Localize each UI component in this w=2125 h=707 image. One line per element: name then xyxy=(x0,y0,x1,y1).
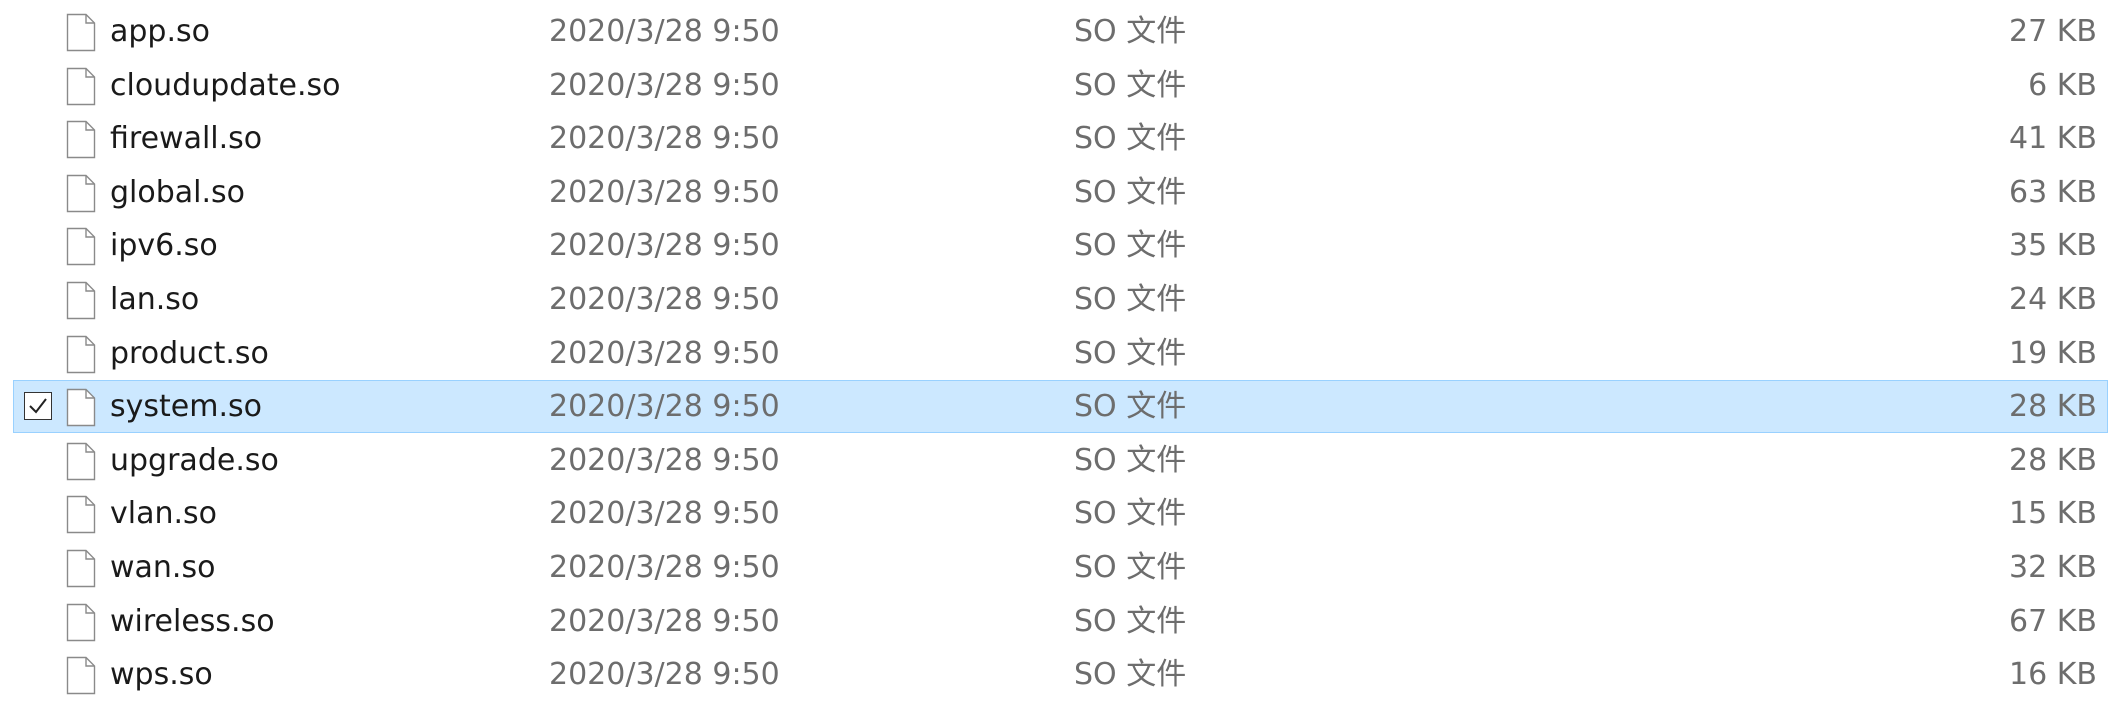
file-name: system.so xyxy=(110,389,262,425)
file-type: SO 文件 xyxy=(1074,496,1187,532)
file-size: 15 KB xyxy=(2009,496,2097,532)
file-row[interactable]: vlan.so 2020/3/28 9:50 SO 文件 15 KB xyxy=(13,487,2108,540)
file-name: wireless.so xyxy=(110,603,275,639)
file-list: app.so 2020/3/28 9:50 SO 文件 27 KB cloudu… xyxy=(0,0,2125,707)
file-name: vlan.so xyxy=(110,496,218,532)
row-checkbox[interactable] xyxy=(24,392,52,421)
file-size: 67 KB xyxy=(2009,603,2097,639)
file-modified-date: 2020/3/28 9:50 xyxy=(549,442,780,478)
generic-file-icon xyxy=(66,495,96,534)
checkmark-icon xyxy=(29,398,47,414)
file-row[interactable]: ipv6.so 2020/3/28 9:50 SO 文件 35 KB xyxy=(13,219,2108,272)
file-row[interactable]: product.so 2020/3/28 9:50 SO 文件 19 KB xyxy=(13,327,2108,380)
file-name: global.so xyxy=(110,174,246,210)
file-type: SO 文件 xyxy=(1074,174,1187,210)
file-type: SO 文件 xyxy=(1074,14,1187,49)
file-type: SO 文件 xyxy=(1074,228,1187,264)
file-size: 35 KB xyxy=(2009,228,2097,264)
file-name: firewall.so xyxy=(110,121,263,157)
file-size: 6 KB xyxy=(2028,67,2097,103)
file-modified-date: 2020/3/28 9:50 xyxy=(549,550,780,585)
file-row[interactable]: global.so 2020/3/28 9:50 SO 文件 63 KB xyxy=(13,166,2108,219)
file-size: 19 KB xyxy=(2009,335,2097,371)
generic-file-icon xyxy=(66,442,96,481)
file-size: 27 KB xyxy=(2009,14,2097,49)
file-name: ipv6.so xyxy=(110,228,218,264)
file-row[interactable]: cloudupdate.so 2020/3/28 9:50 SO 文件 6 KB xyxy=(13,59,2108,112)
file-modified-date: 2020/3/28 9:50 xyxy=(549,14,780,49)
file-name: lan.so xyxy=(110,282,200,317)
generic-file-icon xyxy=(66,120,96,159)
file-name: cloudupdate.so xyxy=(110,67,341,103)
file-row[interactable]: wan.so 2020/3/28 9:50 SO 文件 32 KB xyxy=(13,541,2108,594)
file-row[interactable]: lan.so 2020/3/28 9:50 SO 文件 24 KB xyxy=(13,273,2108,326)
file-type: SO 文件 xyxy=(1074,121,1187,157)
generic-file-icon xyxy=(66,335,96,374)
file-size: 41 KB xyxy=(2009,121,2097,157)
file-size: 32 KB xyxy=(2009,550,2097,585)
file-size: 28 KB xyxy=(2009,389,2097,425)
file-modified-date: 2020/3/28 9:50 xyxy=(549,603,780,639)
file-modified-date: 2020/3/28 9:50 xyxy=(549,228,780,264)
file-name: product.so xyxy=(110,335,269,371)
file-size: 63 KB xyxy=(2009,174,2097,210)
file-row[interactable]: wireless.so 2020/3/28 9:50 SO 文件 67 KB xyxy=(13,595,2108,648)
file-type: SO 文件 xyxy=(1074,389,1187,425)
file-type: SO 文件 xyxy=(1074,657,1187,693)
generic-file-icon xyxy=(66,549,96,588)
file-row[interactable]: system.so 2020/3/28 9:50 SO 文件 28 KB xyxy=(13,380,2108,434)
file-modified-date: 2020/3/28 9:50 xyxy=(549,389,780,425)
file-row[interactable]: upgrade.so 2020/3/28 9:50 SO 文件 28 KB xyxy=(13,434,2108,487)
file-type: SO 文件 xyxy=(1074,603,1187,639)
file-name: upgrade.so xyxy=(110,442,279,478)
file-modified-date: 2020/3/28 9:50 xyxy=(549,657,780,693)
file-modified-date: 2020/3/28 9:50 xyxy=(549,121,780,157)
generic-file-icon xyxy=(66,13,96,52)
file-name: wps.so xyxy=(110,657,213,693)
file-name: app.so xyxy=(110,14,210,49)
file-modified-date: 2020/3/28 9:50 xyxy=(549,174,780,210)
file-type: SO 文件 xyxy=(1074,282,1187,317)
file-type: SO 文件 xyxy=(1074,335,1187,371)
generic-file-icon xyxy=(66,281,96,320)
file-row[interactable]: firewall.so 2020/3/28 9:50 SO 文件 41 KB xyxy=(13,112,2108,165)
file-type: SO 文件 xyxy=(1074,67,1187,103)
file-modified-date: 2020/3/28 9:50 xyxy=(549,335,780,371)
file-type: SO 文件 xyxy=(1074,550,1187,585)
file-name: wan.so xyxy=(110,550,216,585)
file-row[interactable]: app.so 2020/3/28 9:50 SO 文件 27 KB xyxy=(13,5,2108,58)
generic-file-icon xyxy=(66,388,96,427)
file-row[interactable]: wps.so 2020/3/28 9:50 SO 文件 16 KB xyxy=(13,648,2108,701)
file-size: 24 KB xyxy=(2009,282,2097,317)
generic-file-icon xyxy=(66,67,96,106)
generic-file-icon xyxy=(66,227,96,266)
file-modified-date: 2020/3/28 9:50 xyxy=(549,67,780,103)
file-size: 28 KB xyxy=(2009,442,2097,478)
generic-file-icon xyxy=(66,656,96,695)
file-size: 16 KB xyxy=(2009,657,2097,693)
file-modified-date: 2020/3/28 9:50 xyxy=(549,496,780,532)
file-modified-date: 2020/3/28 9:50 xyxy=(549,282,780,317)
file-type: SO 文件 xyxy=(1074,442,1187,478)
generic-file-icon xyxy=(66,174,96,213)
generic-file-icon xyxy=(66,603,96,642)
